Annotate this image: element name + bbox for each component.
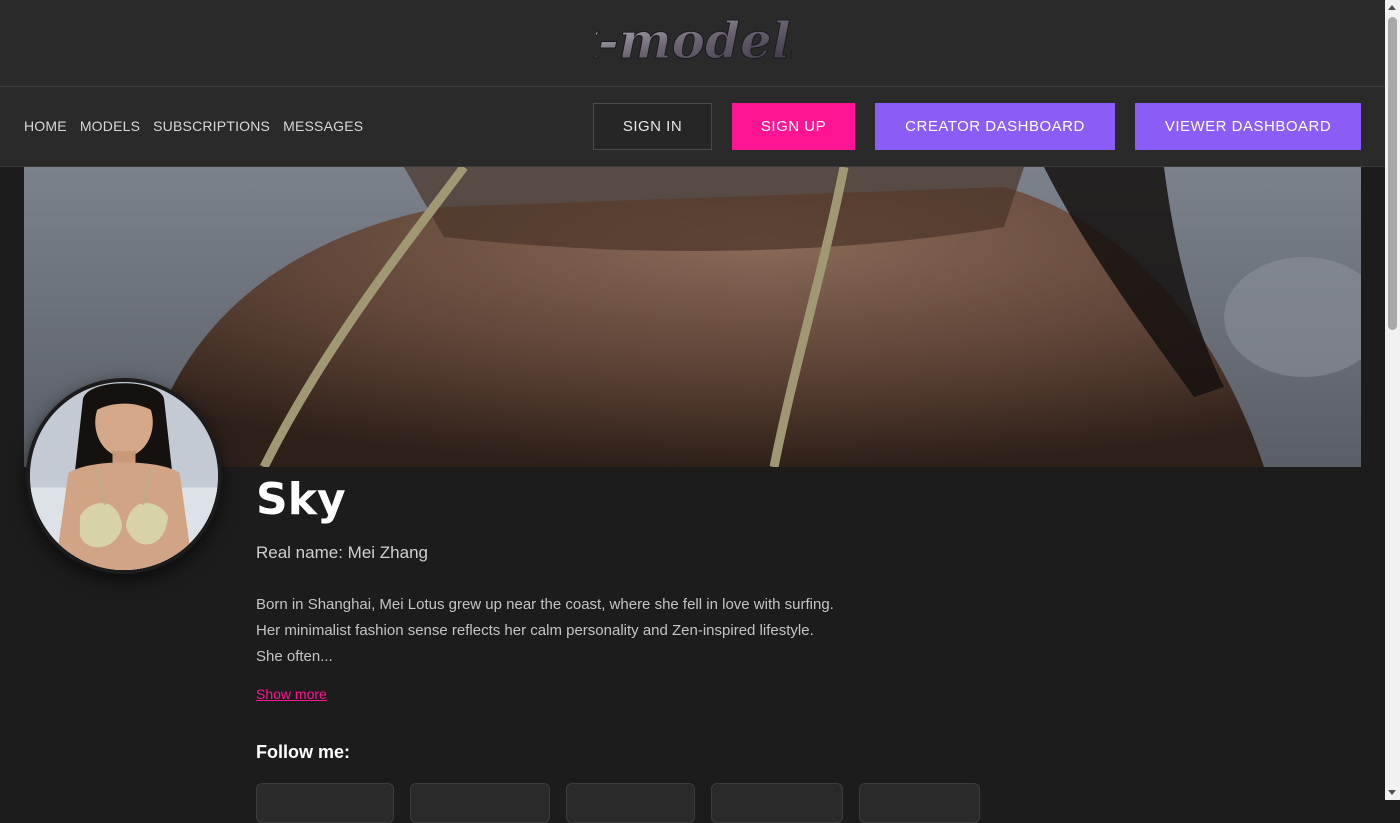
logo-text: x-models <box>596 11 792 70</box>
profile-avatar[interactable] <box>26 378 222 574</box>
scrollbar-thumb[interactable] <box>1388 17 1397 330</box>
cover-photo <box>24 167 1361 467</box>
social-link-button[interactable] <box>410 783 550 823</box>
page-scrollbar[interactable] <box>1385 0 1400 800</box>
logo-wordmark: x-models <box>596 11 792 71</box>
nav-subscriptions[interactable]: SUBSCRIPTIONS <box>153 118 270 134</box>
social-link-button[interactable] <box>566 783 695 823</box>
nav-links: HOME MODELS SUBSCRIPTIONS MESSAGES <box>24 118 363 134</box>
bio-line: She often... <box>256 648 333 665</box>
nav-messages[interactable]: MESSAGES <box>283 118 363 134</box>
bio-line: Born in Shanghai, Mei Lotus grew up near… <box>256 596 834 613</box>
top-header: x-models <box>0 0 1385 87</box>
social-link-button[interactable] <box>859 783 980 823</box>
sign-in-button[interactable]: SIGN IN <box>593 103 712 150</box>
site-logo[interactable]: x-models <box>596 6 792 76</box>
profile-name: Sky <box>256 474 346 525</box>
scroll-down-arrow-icon[interactable] <box>1388 790 1396 795</box>
real-name: Real name: Mei Zhang <box>256 543 428 562</box>
bio-line: Her minimalist fashion sense reflects he… <box>256 622 814 639</box>
nav-home[interactable]: HOME <box>24 118 67 134</box>
cover-image <box>24 167 1361 467</box>
main-navbar: HOME MODELS SUBSCRIPTIONS MESSAGES SIGN … <box>0 87 1385 167</box>
avatar-photo <box>30 382 218 570</box>
nav-models[interactable]: MODELS <box>80 118 140 134</box>
scroll-up-arrow-icon[interactable] <box>1388 5 1396 10</box>
viewer-dashboard-button[interactable]: VIEWER DASHBOARD <box>1135 103 1361 150</box>
creator-dashboard-button[interactable]: CREATOR DASHBOARD <box>875 103 1115 150</box>
follow-title: Follow me: <box>256 742 350 762</box>
profile-bio: Born in Shanghai, Mei Lotus grew up near… <box>256 592 896 670</box>
sign-up-button[interactable]: SIGN UP <box>732 103 855 150</box>
show-more-link[interactable]: Show more <box>256 686 327 702</box>
social-link-button[interactable] <box>256 783 394 823</box>
social-link-button[interactable] <box>711 783 843 823</box>
